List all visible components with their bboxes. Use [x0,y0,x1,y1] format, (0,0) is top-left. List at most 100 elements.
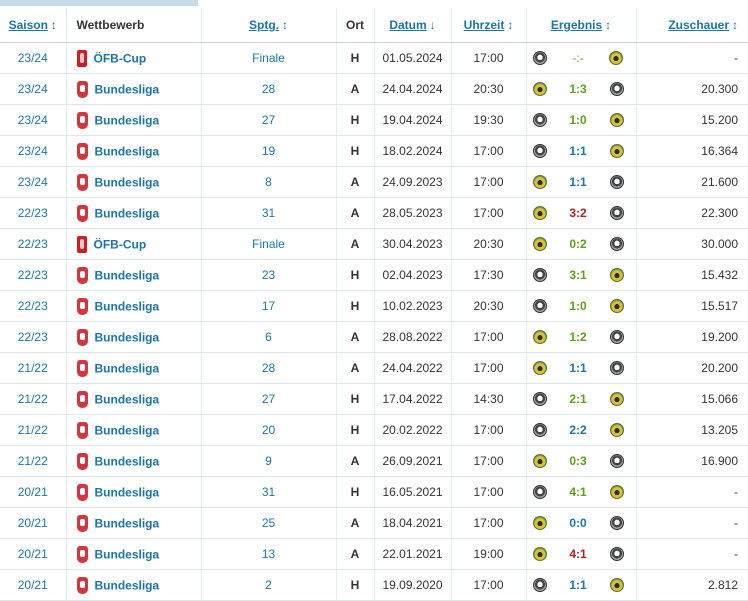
competition-cell[interactable]: Bundesliga [66,135,202,167]
competition-cell[interactable]: Bundesliga [66,166,202,198]
away-team-crest-icon[interactable] [609,423,624,437]
matchday-link[interactable]: 17 [201,290,337,322]
matchday-link[interactable]: 9 [201,445,337,477]
away-team-crest-icon[interactable] [609,144,624,158]
away-team-crest-icon[interactable] [609,82,624,96]
home-team-crest-icon[interactable] [532,144,547,158]
matchday-link[interactable]: 19 [201,135,337,167]
away-team-crest-icon[interactable] [609,547,624,561]
away-team-crest-icon[interactable] [609,516,624,530]
match-score-link[interactable]: 1:1 [569,578,586,592]
home-team-crest-icon[interactable] [532,51,547,65]
away-team-crest-icon[interactable] [609,237,624,251]
match-score-link[interactable]: 2:2 [569,423,586,437]
matchday-link[interactable]: 25 [201,507,337,539]
matchday-link[interactable]: 23 [201,259,337,291]
home-team-crest-icon[interactable] [532,454,547,468]
away-team-crest-icon[interactable] [609,51,624,65]
competition-cell[interactable]: Bundesliga [66,445,202,477]
competition-link[interactable]: Bundesliga [95,547,160,561]
home-team-crest-icon[interactable] [532,361,547,375]
match-score-link[interactable]: 1:1 [569,175,586,189]
competition-link[interactable]: Bundesliga [95,268,160,282]
competition-link[interactable]: Bundesliga [95,423,160,437]
matchday-link[interactable]: 20 [201,414,337,446]
match-score-link[interactable]: 2:1 [569,392,586,406]
away-team-crest-icon[interactable] [609,175,624,189]
away-team-crest-icon[interactable] [609,485,624,499]
match-score-link[interactable]: 1:1 [569,144,586,158]
competition-link[interactable]: Bundesliga [95,485,160,499]
competition-cell[interactable]: Bundesliga [66,569,202,601]
competition-link[interactable]: Bundesliga [95,82,160,96]
competition-link[interactable]: Bundesliga [95,392,160,406]
matchday-link[interactable]: 31 [201,476,337,508]
away-team-crest-icon[interactable] [609,454,624,468]
away-team-crest-icon[interactable] [609,361,624,375]
header-season[interactable]: Saison ↕ [0,8,67,43]
match-score-link[interactable]: 0:0 [569,516,586,530]
match-score-link[interactable]: 1:0 [569,113,586,127]
competition-link[interactable]: Bundesliga [95,175,160,189]
home-team-crest-icon[interactable] [532,299,547,313]
competition-cell[interactable]: Bundesliga [66,259,202,291]
match-score-link[interactable]: 3:1 [569,268,586,282]
matchday-link[interactable]: Finale [201,228,337,260]
competition-link[interactable]: Bundesliga [95,206,160,220]
match-score-link[interactable]: 4:1 [569,547,586,561]
competition-cell[interactable]: ÖFB-Cup [66,228,202,260]
home-team-crest-icon[interactable] [532,237,547,251]
home-team-crest-icon[interactable] [532,268,547,282]
competition-link[interactable]: Bundesliga [95,516,160,530]
away-team-crest-icon[interactable] [609,113,624,127]
matchday-link[interactable]: 8 [201,166,337,198]
match-score-link[interactable]: 1:3 [569,82,586,96]
matchday-link[interactable]: 6 [201,321,337,353]
match-score-link[interactable]: 1:0 [569,299,586,313]
matchday-link[interactable]: 31 [201,197,337,229]
competition-cell[interactable]: Bundesliga [66,476,202,508]
away-team-crest-icon[interactable] [609,392,624,406]
home-team-crest-icon[interactable] [532,82,547,96]
home-team-crest-icon[interactable] [532,330,547,344]
competition-link[interactable]: ÖFB-Cup [94,51,147,65]
home-team-crest-icon[interactable] [532,206,547,220]
match-score-link[interactable]: -:- [572,51,583,65]
competition-link[interactable]: Bundesliga [95,299,160,313]
away-team-crest-icon[interactable] [609,299,624,313]
home-team-crest-icon[interactable] [532,578,547,592]
home-team-crest-icon[interactable] [532,175,547,189]
away-team-crest-icon[interactable] [609,578,624,592]
competition-cell[interactable]: Bundesliga [66,414,202,446]
match-score-link[interactable]: 3:2 [569,206,586,220]
header-date[interactable]: Datum ↓ [374,8,452,43]
competition-link[interactable]: Bundesliga [95,330,160,344]
match-score-link[interactable]: 1:2 [569,330,586,344]
matchday-link[interactable]: Finale [201,42,337,74]
home-team-crest-icon[interactable] [532,516,547,530]
competition-cell[interactable]: Bundesliga [66,73,202,105]
away-team-crest-icon[interactable] [609,330,624,344]
matchday-link[interactable]: 13 [201,538,337,570]
competition-link[interactable]: Bundesliga [95,113,160,127]
header-matchday[interactable]: Sptg. ↕ [201,8,337,43]
home-team-crest-icon[interactable] [532,113,547,127]
away-team-crest-icon[interactable] [609,268,624,282]
matchday-link[interactable]: 27 [201,104,337,136]
home-team-crest-icon[interactable] [532,423,547,437]
header-time[interactable]: Uhrzeit ↕ [451,8,527,43]
matchday-link[interactable]: 28 [201,73,337,105]
header-result[interactable]: Ergebnis ↕ [526,8,637,43]
home-team-crest-icon[interactable] [532,392,547,406]
matchday-link[interactable]: 28 [201,352,337,384]
competition-link[interactable]: Bundesliga [95,144,160,158]
match-score-link[interactable]: 0:2 [569,237,586,251]
competition-link[interactable]: Bundesliga [95,361,160,375]
competition-cell[interactable]: Bundesliga [66,104,202,136]
header-attendance[interactable]: Zuschauer ↕ [636,8,748,43]
matchday-link[interactable]: 2 [201,569,337,601]
competition-cell[interactable]: Bundesliga [66,321,202,353]
competition-cell[interactable]: Bundesliga [66,290,202,322]
competition-cell[interactable]: Bundesliga [66,197,202,229]
home-team-crest-icon[interactable] [532,485,547,499]
